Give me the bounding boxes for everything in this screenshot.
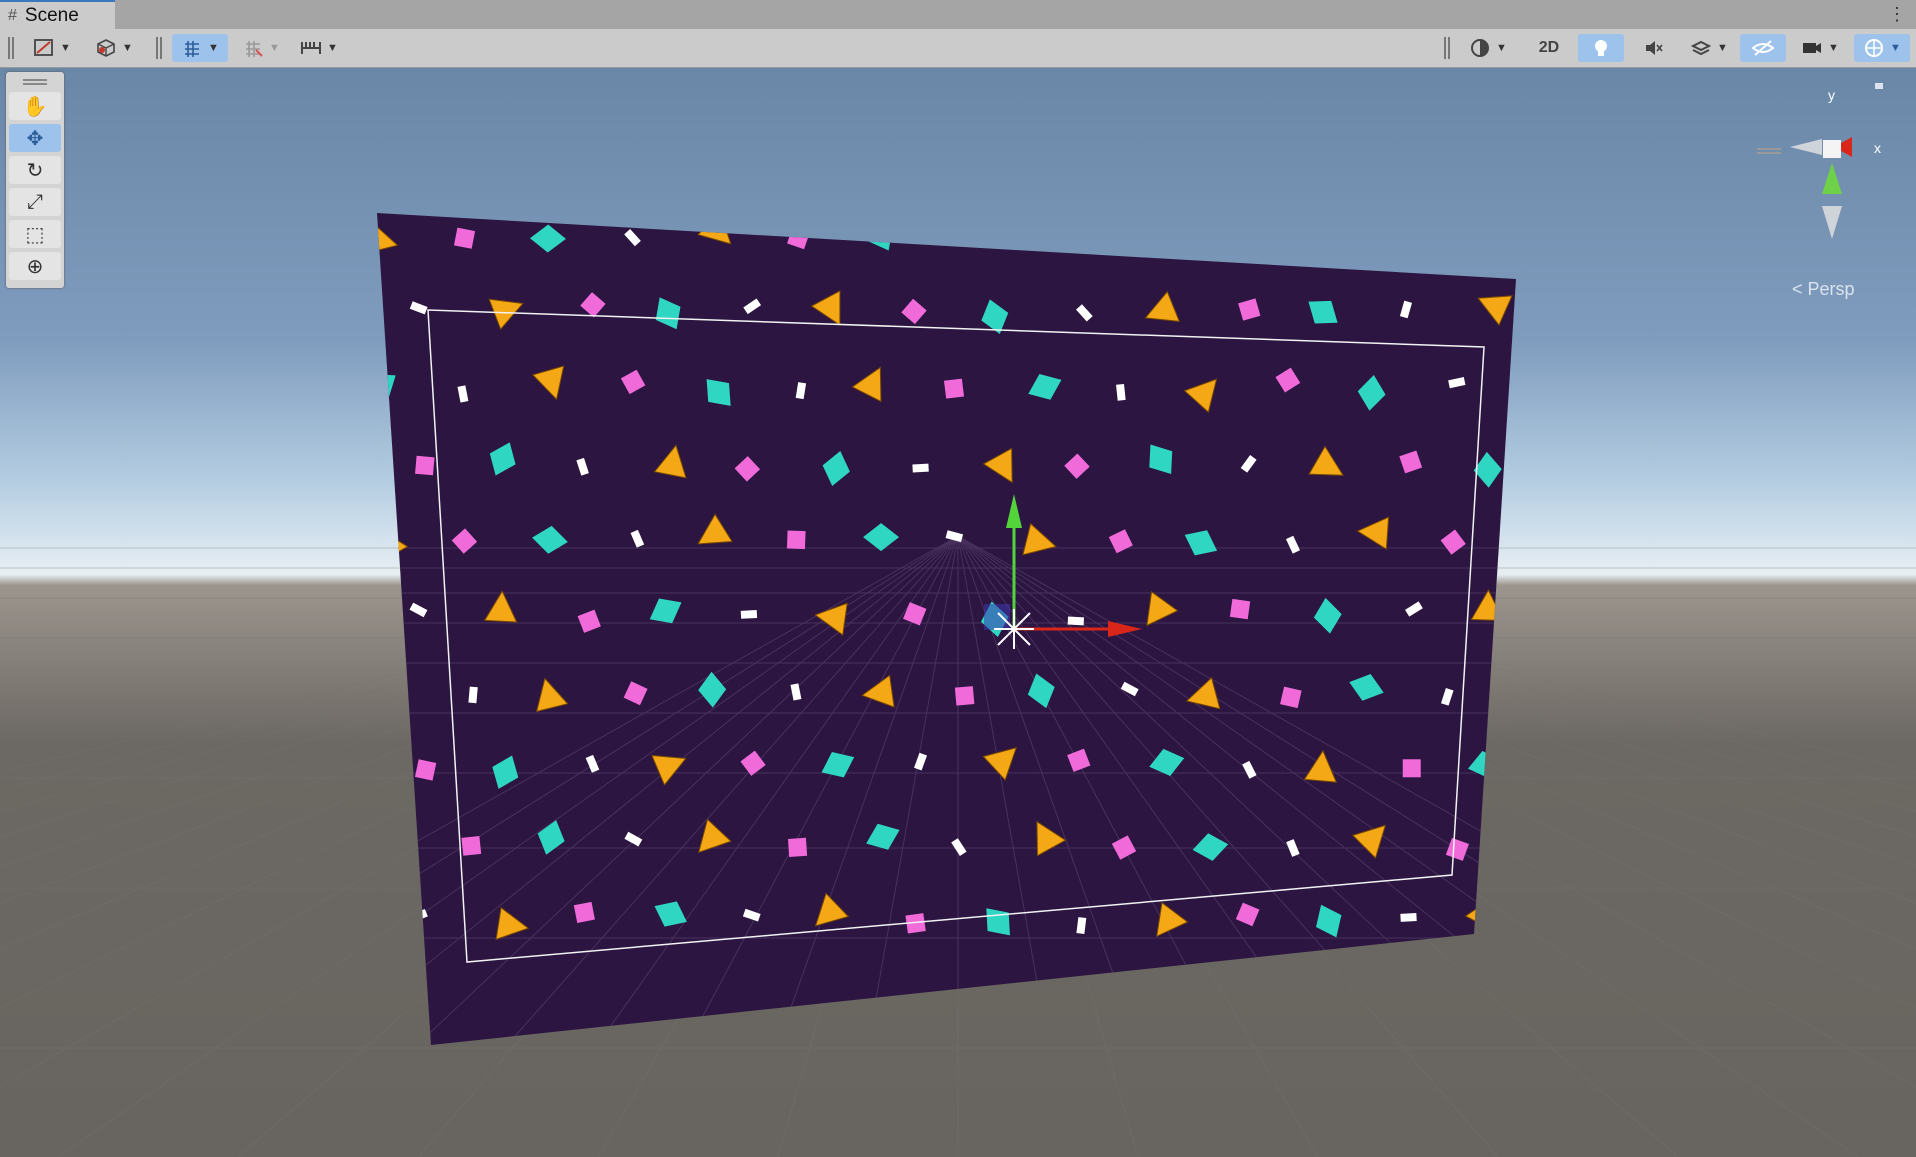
pink-square	[787, 837, 808, 857]
chevron-down-icon: ▼	[60, 42, 71, 54]
pink-square	[453, 227, 476, 249]
gizmos-button[interactable]: ▼	[1854, 34, 1910, 62]
scene-toolbar: ▼ ▼ ▼ ▼ ▼ ▼ 2D ▼ ▼ ▼	[0, 29, 1916, 68]
chevron-down-icon: ▼	[1890, 42, 1901, 54]
audio-button[interactable]	[1630, 34, 1676, 62]
rotate-tool[interactable]: ↻	[9, 156, 61, 184]
hand-icon: ✋	[22, 95, 48, 118]
effects-button[interactable]: ▼	[1682, 34, 1736, 62]
lighting-button[interactable]	[1578, 34, 1624, 62]
pink-square	[573, 901, 595, 923]
bulb-icon	[1595, 40, 1607, 56]
rect-icon: ⬚	[25, 223, 45, 246]
gizmo-icon	[1865, 39, 1884, 57]
hash-icon: #	[8, 6, 17, 24]
pink-square	[943, 378, 965, 399]
toolbar-grip[interactable]	[156, 37, 162, 59]
rect-tool[interactable]: ⬚	[9, 220, 61, 248]
move-tool[interactable]: ✥	[9, 124, 61, 152]
shaded-icon	[34, 39, 53, 56]
gizmo-y-cone-icon[interactable]	[1822, 163, 1842, 194]
projection-label: Persp	[1807, 279, 1855, 299]
move-arrows-icon: ✥	[26, 127, 44, 150]
tools-grip[interactable]	[23, 79, 47, 85]
white-bar	[1067, 616, 1085, 626]
camera-icon	[1803, 43, 1822, 53]
visibility-button[interactable]	[1740, 34, 1786, 62]
chevron-down-icon: ▼	[327, 42, 338, 54]
pink-square	[461, 835, 482, 856]
toolbar-grip[interactable]	[1444, 37, 1450, 59]
chevron-down-icon: ▼	[1496, 42, 1507, 54]
gizmo-center-cube[interactable]	[1823, 140, 1841, 158]
pink-square	[415, 455, 435, 476]
chevron-down-icon: ▼	[1828, 42, 1839, 54]
kebab-icon[interactable]: ⋮	[1888, 4, 1906, 25]
ruler-icon	[301, 42, 322, 54]
projection-toggle[interactable]: < Persp	[1792, 279, 1855, 300]
scale-icon: ⤢	[27, 190, 43, 213]
pink-square	[1112, 228, 1138, 254]
draw-mode-button[interactable]: ▼	[24, 34, 80, 62]
layers-icon	[1690, 40, 1712, 56]
grid-snap-button[interactable]: ▼	[172, 34, 228, 62]
white-bar	[468, 686, 478, 704]
hand-tool[interactable]: ✋	[9, 92, 61, 120]
pink-square	[1402, 759, 1421, 778]
camera-button[interactable]: ▼	[1792, 34, 1848, 62]
pink-square	[954, 686, 975, 706]
ruler-button[interactable]: ▼	[294, 34, 344, 62]
rotate-icon: ↻	[26, 159, 44, 182]
gizmo-negy-cone-icon[interactable]	[1822, 206, 1842, 239]
gizmo-negx-cone-icon[interactable]	[1790, 139, 1822, 155]
pink-square	[1229, 598, 1251, 620]
chevron-left-icon: <	[1792, 279, 1803, 299]
cube-icon	[97, 39, 115, 57]
tab-bar: # Scene ⋮	[0, 0, 1916, 30]
gizmo-x-label: x	[1874, 140, 1881, 156]
gizmo-lock-icon[interactable]	[1875, 83, 1883, 89]
scale-tool[interactable]: ⤢	[9, 188, 61, 216]
pink-square	[414, 759, 437, 781]
orange-triangle	[1358, 214, 1390, 251]
globe-icon	[1471, 39, 1490, 57]
gizmo-xy-plane-handle[interactable]	[984, 604, 1010, 630]
scene-svg: y x	[0, 83, 1916, 1157]
orientation-gizmo[interactable]: y x	[1790, 83, 1883, 239]
eye-off-icon	[1751, 40, 1775, 56]
grid-off-icon	[246, 41, 263, 57]
tab-scene[interactable]: # Scene	[0, 0, 115, 29]
scene-viewport[interactable]: y x < Persp	[0, 68, 1916, 1157]
2d-button[interactable]: 2D	[1526, 34, 1572, 62]
tab-scene-label: Scene	[24, 4, 79, 26]
tools-overlay: ✋ ✥ ↻ ⤢ ⬚ ⊕	[6, 72, 64, 288]
white-bar	[1116, 383, 1126, 401]
gizmo-y-label: y	[1828, 87, 1835, 103]
chevron-down-icon: ▼	[122, 42, 133, 54]
chevron-down-icon: ▼	[1717, 42, 1728, 54]
white-bar	[1279, 221, 1293, 239]
render-mode-button[interactable]: ▼	[88, 34, 140, 62]
white-bar	[955, 225, 972, 235]
chevron-down-icon: ▼	[208, 42, 219, 54]
grid-snap-icon	[185, 41, 200, 57]
orange-triangle	[381, 824, 413, 861]
chevron-down-icon: ▼	[269, 42, 280, 54]
transform-icon: ⊕	[26, 255, 44, 278]
toolbar-grip[interactable]	[8, 37, 14, 59]
transform-tool[interactable]: ⊕	[9, 252, 61, 280]
gizmo-grip[interactable]	[1757, 148, 1781, 154]
pink-square	[1439, 225, 1466, 251]
render-global-button[interactable]: ▼	[1462, 34, 1514, 62]
audio-mute-icon	[1646, 41, 1663, 55]
white-bar	[1400, 913, 1417, 922]
increment-snap-button[interactable]: ▼	[236, 34, 286, 62]
white-bar	[912, 463, 929, 473]
white-bar	[740, 609, 758, 619]
pink-square	[786, 530, 806, 550]
teal-diamond	[1189, 220, 1220, 245]
pivot-icon	[994, 609, 1034, 649]
